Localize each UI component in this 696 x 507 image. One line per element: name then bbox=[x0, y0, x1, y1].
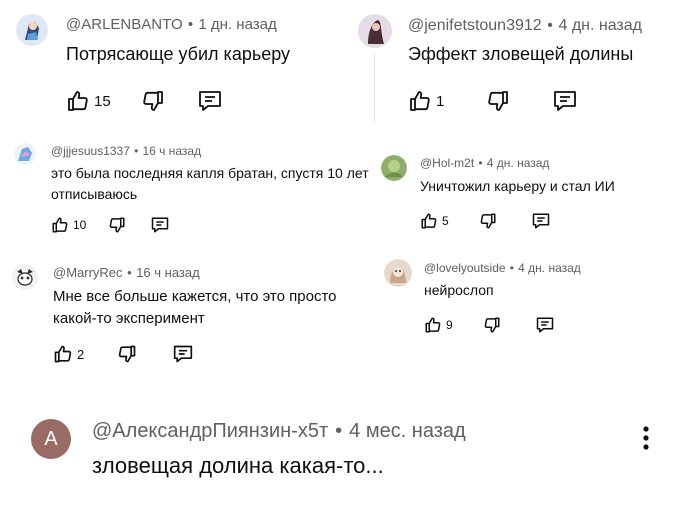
dislike-button[interactable] bbox=[141, 89, 165, 113]
timestamp: 4 дн. назад bbox=[486, 156, 550, 170]
comment-text: Мне все больше кажется, что это просто к… bbox=[53, 288, 337, 327]
comment-text: Уничтожил карьеру и стал ИИ bbox=[420, 178, 615, 194]
thumbs-down-icon bbox=[483, 316, 501, 334]
like-button[interactable]: 10 bbox=[51, 216, 86, 234]
avatar-letter: А bbox=[44, 427, 58, 450]
author-name[interactable]: @jenifetstoun3912 bbox=[408, 17, 542, 34]
avatar[interactable] bbox=[358, 14, 392, 48]
reply-icon bbox=[150, 216, 170, 234]
timestamp: 16 ч назад bbox=[142, 144, 202, 158]
more-vertical-icon bbox=[636, 424, 656, 452]
thumbs-up-icon bbox=[66, 89, 90, 113]
comment-text: зловещая долина какая-то... bbox=[92, 453, 384, 478]
comment-meta: @jenifetstoun3912 • 4 дн. назад bbox=[408, 17, 642, 35]
comment-actions: 1 bbox=[408, 89, 578, 113]
avatar[interactable] bbox=[16, 14, 48, 46]
like-count: 15 bbox=[94, 92, 111, 110]
comment-text: Эффект зловещей долины bbox=[408, 44, 634, 64]
comment-meta: @MarryRec • 16 ч назад bbox=[53, 265, 200, 280]
comment-text: Потрясающе убил карьеру bbox=[66, 44, 291, 64]
thumbs-up-icon bbox=[420, 212, 438, 230]
comment-actions: 15 bbox=[66, 89, 223, 113]
separator: • bbox=[335, 420, 343, 442]
separator: • bbox=[509, 261, 514, 275]
reply-icon bbox=[197, 89, 223, 113]
comment-text: нейрослоп bbox=[424, 282, 494, 298]
comment-actions: 10 bbox=[51, 216, 170, 234]
thumbs-down-icon bbox=[141, 89, 165, 113]
thumbs-up-icon bbox=[53, 344, 73, 364]
timestamp: 1 дн. назад bbox=[198, 16, 277, 33]
separator: • bbox=[127, 265, 132, 280]
author-name[interactable]: @АлександрПиянзин-x5т bbox=[92, 420, 328, 442]
thumbs-up-icon bbox=[51, 216, 69, 234]
like-button[interactable]: 9 bbox=[424, 316, 453, 334]
timestamp: 16 ч назад bbox=[136, 265, 200, 280]
author-name[interactable]: @lovelyoutside bbox=[424, 261, 506, 275]
author-name[interactable]: @jjjesuus1337 bbox=[51, 144, 130, 158]
timestamp: 4 дн. назад bbox=[518, 261, 581, 275]
comment-actions: 5 bbox=[420, 212, 551, 230]
reply-button[interactable] bbox=[552, 89, 578, 113]
comment-meta: @АлександрПиянзин-x5т • 4 мес. назад bbox=[92, 420, 466, 443]
like-count: 9 bbox=[446, 318, 453, 332]
dislike-button[interactable] bbox=[117, 344, 137, 364]
avatar[interactable] bbox=[12, 264, 38, 290]
comment-meta: @lovelyoutside • 4 дн. назад bbox=[424, 261, 581, 275]
dislike-button[interactable] bbox=[483, 316, 501, 334]
author-name[interactable]: @ARLENBANTO bbox=[66, 16, 183, 33]
thread-line bbox=[374, 52, 375, 122]
thumbs-down-icon bbox=[486, 89, 510, 113]
like-count: 1 bbox=[436, 92, 445, 110]
like-button[interactable]: 1 bbox=[408, 89, 444, 113]
separator: • bbox=[478, 156, 483, 170]
thumbs-up-icon bbox=[408, 89, 432, 113]
thumbs-down-icon bbox=[108, 216, 126, 234]
comment-actions: 9 bbox=[424, 316, 555, 334]
reply-button[interactable] bbox=[535, 316, 555, 334]
reply-button[interactable] bbox=[197, 89, 223, 113]
reply-icon bbox=[172, 344, 194, 364]
avatar[interactable] bbox=[381, 155, 407, 181]
comment-meta: @jjjesuus1337 • 16 ч назад bbox=[51, 144, 201, 158]
reply-icon bbox=[531, 212, 551, 230]
separator: • bbox=[547, 17, 553, 34]
more-options-button[interactable] bbox=[636, 424, 656, 452]
reply-icon bbox=[535, 316, 555, 334]
comment-actions: 2 bbox=[53, 344, 194, 364]
like-count: 10 bbox=[73, 218, 87, 232]
avatar[interactable] bbox=[384, 259, 412, 287]
thumbs-up-icon bbox=[424, 316, 442, 334]
avatar[interactable]: А bbox=[31, 419, 71, 459]
like-button[interactable]: 15 bbox=[66, 89, 111, 113]
separator: • bbox=[187, 16, 194, 33]
timestamp: 4 дн. назад bbox=[558, 17, 642, 34]
like-button[interactable]: 2 bbox=[53, 344, 84, 364]
comment-meta: @Hol-m2t • 4 дн. назад bbox=[420, 156, 549, 170]
reply-button[interactable] bbox=[531, 212, 551, 230]
comment-text: это была последняя капля братан, спустя … bbox=[51, 165, 369, 202]
reply-icon bbox=[552, 89, 578, 113]
dislike-button[interactable] bbox=[479, 212, 497, 230]
reply-button[interactable] bbox=[150, 216, 170, 234]
like-button[interactable]: 5 bbox=[420, 212, 449, 230]
dislike-button[interactable] bbox=[486, 89, 510, 113]
avatar[interactable] bbox=[14, 143, 36, 165]
reply-button[interactable] bbox=[172, 344, 194, 364]
dislike-button[interactable] bbox=[108, 216, 126, 234]
author-name[interactable]: @MarryRec bbox=[53, 265, 123, 280]
comment-meta: @ARLENBANTO • 1 дн. назад bbox=[66, 16, 277, 33]
author-name[interactable]: @Hol-m2t bbox=[420, 156, 474, 170]
thumbs-down-icon bbox=[117, 344, 137, 364]
separator: • bbox=[134, 144, 139, 158]
like-count: 2 bbox=[77, 346, 85, 362]
timestamp: 4 мес. назад bbox=[349, 420, 466, 442]
like-count: 5 bbox=[442, 214, 449, 228]
thumbs-down-icon bbox=[479, 212, 497, 230]
